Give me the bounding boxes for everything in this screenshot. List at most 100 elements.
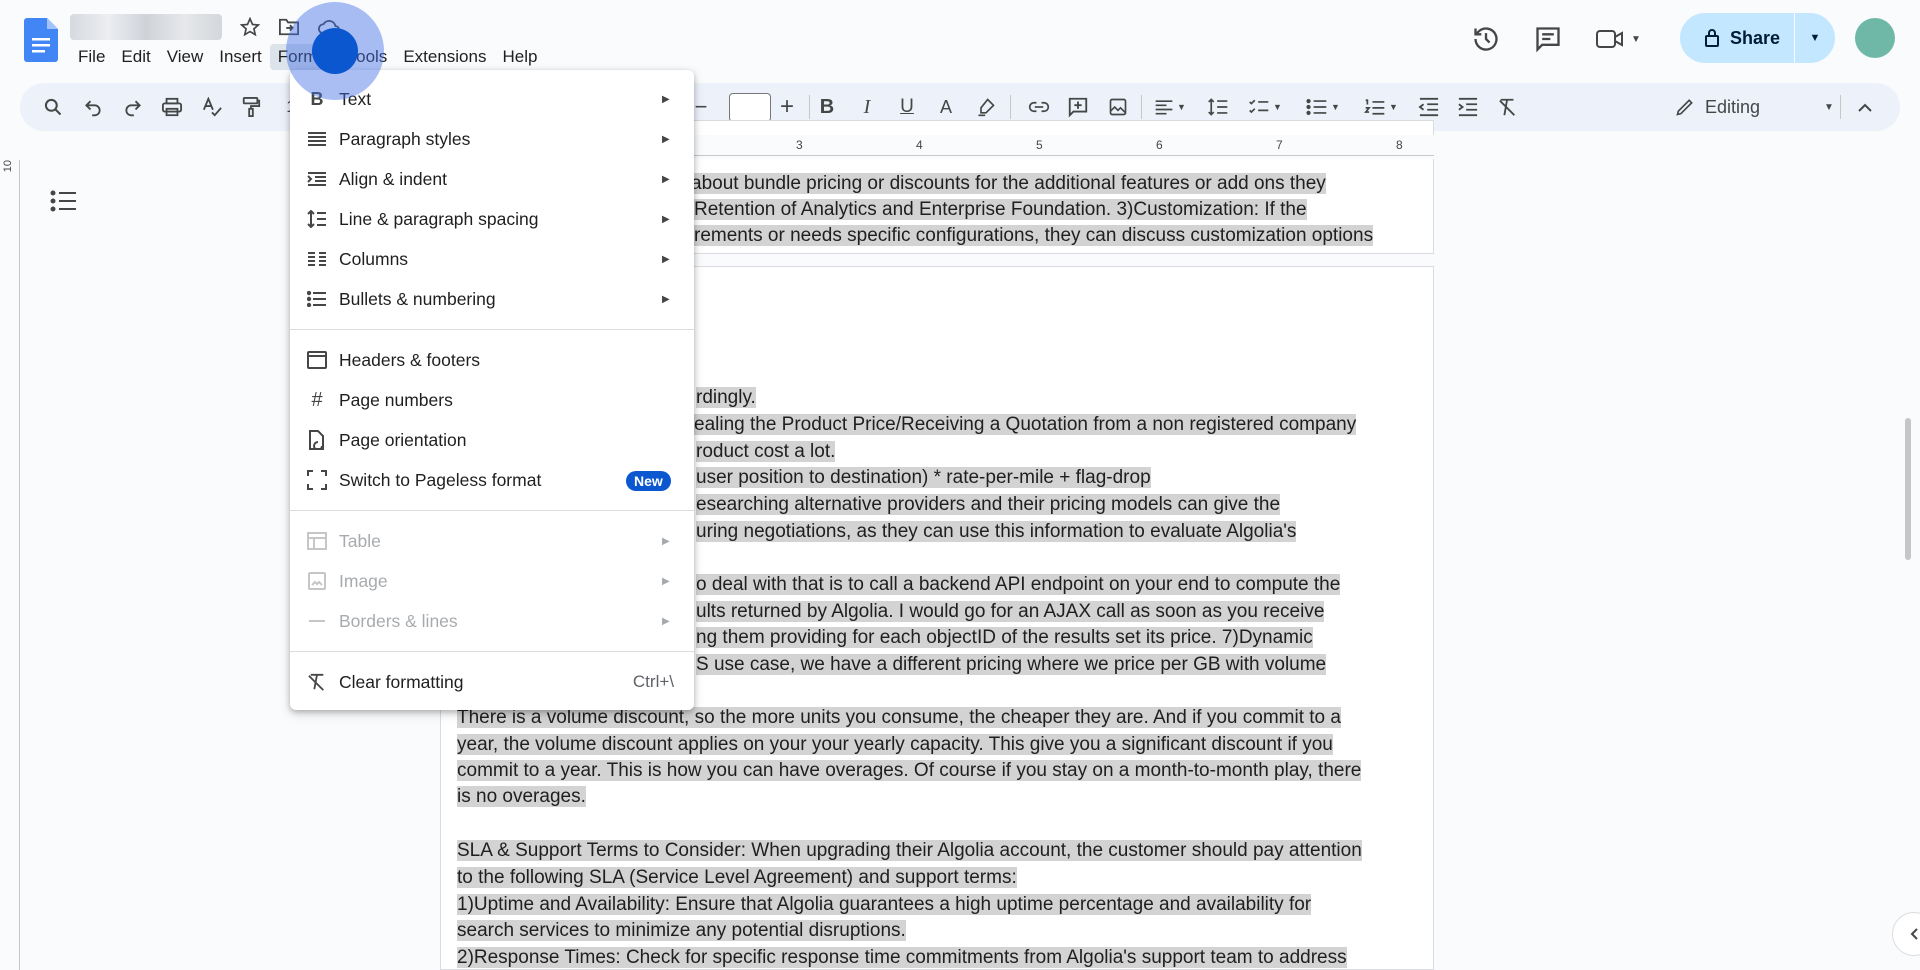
side-panel-toggle-icon[interactable] bbox=[1892, 912, 1920, 956]
menu-item-label: Columns bbox=[339, 248, 409, 269]
menu-edit[interactable]: Edit bbox=[113, 44, 158, 70]
text-line[interactable]: 2)Response Times: Check for specific res… bbox=[457, 945, 1347, 970]
text-line[interactable]: uring negotiations, as they can use this… bbox=[696, 519, 1297, 545]
text-line[interactable]: is no overages. bbox=[457, 784, 586, 810]
meet-dropdown-icon[interactable]: ▼ bbox=[1631, 34, 1641, 45]
text-line[interactable]: roduct cost a lot. bbox=[696, 439, 836, 465]
add-comment-icon[interactable] bbox=[1063, 92, 1093, 122]
text-line[interactable]: rements or needs specific configurations… bbox=[694, 223, 1374, 249]
format-menu-borders-lines: Borders & lines ▶ bbox=[290, 601, 694, 641]
comments-icon[interactable] bbox=[1526, 17, 1570, 61]
click-indicator-dot bbox=[312, 28, 358, 74]
text-line[interactable]: to the following SLA (Service Level Agre… bbox=[457, 865, 1017, 891]
format-menu-page-orientation[interactable]: Page orientation bbox=[290, 420, 694, 460]
increase-font-size-icon[interactable]: + bbox=[772, 92, 802, 122]
text-line[interactable]: ults returned by Algolia. I would go for… bbox=[696, 599, 1325, 625]
align-left-icon[interactable]: ▼ bbox=[1148, 92, 1192, 122]
table-icon bbox=[306, 530, 328, 552]
undo-icon[interactable] bbox=[78, 92, 108, 122]
insert-image-icon[interactable] bbox=[1103, 92, 1133, 122]
bold-icon[interactable]: B bbox=[812, 92, 842, 122]
text-run: o deal with that is to call a backend AP… bbox=[696, 574, 1341, 595]
menu-item-label: Switch to Pageless format bbox=[339, 469, 542, 490]
text-run: There is a volume discount, so the more … bbox=[457, 707, 1341, 728]
star-icon[interactable] bbox=[237, 14, 263, 40]
text-line[interactable]: 1)Uptime and Availability: Ensure that A… bbox=[457, 892, 1312, 918]
menu-file[interactable]: File bbox=[70, 44, 113, 70]
hide-menus-icon[interactable] bbox=[1850, 92, 1880, 122]
format-menu-bullets-numbering[interactable]: Bullets & numbering ▶ bbox=[290, 279, 694, 319]
format-menu-paragraph-styles[interactable]: Paragraph styles ▶ bbox=[290, 119, 694, 159]
text-line[interactable]: Retention of Analytics and Enterprise Fo… bbox=[694, 197, 1307, 223]
docs-logo-icon[interactable] bbox=[24, 18, 58, 62]
share-button[interactable]: Share ▼ bbox=[1680, 13, 1835, 63]
format-menu-image: Image ▶ bbox=[290, 561, 694, 601]
text-line[interactable]: rdingly. bbox=[696, 385, 756, 411]
text-line[interactable]: ng them providing for each objectID of t… bbox=[696, 625, 1313, 651]
menu-extensions[interactable]: Extensions bbox=[395, 44, 494, 70]
text-line[interactable]: about bundle pricing or discounts for th… bbox=[691, 171, 1326, 197]
highlight-color-icon[interactable] bbox=[971, 92, 1001, 122]
insert-link-icon[interactable] bbox=[1024, 92, 1054, 122]
align-indent-icon bbox=[306, 168, 328, 190]
vertical-scrollbar[interactable] bbox=[1905, 418, 1911, 560]
font-size-input[interactable] bbox=[729, 93, 771, 122]
headers-footers-icon bbox=[306, 349, 328, 371]
document-title[interactable] bbox=[70, 14, 222, 40]
menu-view[interactable]: View bbox=[159, 44, 212, 70]
search-menus-icon[interactable] bbox=[38, 92, 68, 122]
share-dropdown-icon[interactable]: ▼ bbox=[1795, 13, 1835, 63]
text-line[interactable]: ealing the Product Price/Receiving a Quo… bbox=[694, 412, 1357, 438]
format-menu-clear-formatting[interactable]: Clear formatting Ctrl+\ bbox=[290, 662, 694, 702]
text-run: year, the volume discount applies on you… bbox=[457, 734, 1333, 755]
clear-formatting-icon bbox=[306, 671, 328, 693]
line-spacing-icon[interactable] bbox=[1203, 92, 1233, 122]
text-line[interactable]: commit to a year. This is how you can ha… bbox=[457, 758, 1362, 784]
meet-icon[interactable]: ▼ bbox=[1588, 17, 1648, 61]
clear-formatting-icon[interactable] bbox=[1493, 92, 1523, 122]
text-color-icon[interactable]: A bbox=[931, 92, 961, 122]
text-line[interactable]: user position to destination) * rate-per… bbox=[696, 465, 1151, 491]
format-menu-columns[interactable]: Columns ▶ bbox=[290, 239, 694, 279]
numbered-list-icon[interactable]: ▼ bbox=[1358, 92, 1404, 122]
spellcheck-icon[interactable] bbox=[197, 92, 227, 122]
text-line[interactable]: o deal with that is to call a backend AP… bbox=[696, 572, 1341, 598]
format-menu-line-spacing[interactable]: Line & paragraph spacing ▶ bbox=[290, 199, 694, 239]
document-outline-icon[interactable] bbox=[50, 190, 78, 214]
header-actions: ▼ bbox=[1464, 14, 1648, 64]
menu-insert[interactable]: Insert bbox=[211, 44, 270, 70]
menu-item-label: Page numbers bbox=[339, 389, 453, 410]
text-run: user position to destination) * rate-per… bbox=[696, 467, 1151, 488]
version-history-icon[interactable] bbox=[1464, 17, 1508, 61]
text-line[interactable]: esearching alternative providers and the… bbox=[696, 492, 1281, 518]
paint-format-icon[interactable] bbox=[236, 92, 266, 122]
menu-divider bbox=[290, 329, 694, 330]
redo-icon[interactable] bbox=[118, 92, 148, 122]
menu-item-label: Paragraph styles bbox=[339, 128, 471, 149]
format-menu-table: Table ▶ bbox=[290, 521, 694, 561]
share-main[interactable]: Share bbox=[1680, 13, 1794, 63]
avatar[interactable] bbox=[1855, 18, 1895, 58]
text-run: to the following SLA (Service Level Agre… bbox=[457, 867, 1017, 888]
vruler-number: 10 bbox=[2, 160, 14, 173]
decrease-indent-icon[interactable] bbox=[1414, 92, 1444, 122]
print-icon[interactable] bbox=[157, 92, 187, 122]
format-menu-headers-footers[interactable]: Headers & footers bbox=[290, 340, 694, 380]
increase-indent-icon[interactable] bbox=[1453, 92, 1483, 122]
menu-help[interactable]: Help bbox=[494, 44, 545, 70]
format-menu-switch-pageless[interactable]: Switch to Pageless format New bbox=[290, 460, 694, 500]
format-menu-align-indent[interactable]: Align & indent ▶ bbox=[290, 159, 694, 199]
columns-icon bbox=[306, 248, 328, 270]
italic-icon[interactable]: I bbox=[852, 92, 882, 122]
text-line[interactable]: year, the volume discount applies on you… bbox=[457, 732, 1333, 758]
text-line[interactable]: SLA & Support Terms to Consider: When up… bbox=[457, 838, 1362, 864]
text-run: S use case, we have a different pricing … bbox=[696, 654, 1327, 675]
underline-icon[interactable]: U bbox=[892, 92, 922, 122]
editing-mode-select[interactable]: Editing ▼ bbox=[1675, 91, 1834, 123]
format-menu-page-numbers[interactable]: # Page numbers bbox=[290, 380, 694, 420]
bulleted-list-icon[interactable]: ▼ bbox=[1300, 92, 1346, 122]
menu-shortcut: Ctrl+\ bbox=[632, 672, 674, 691]
text-line[interactable]: search services to minimize any potentia… bbox=[457, 918, 906, 944]
checklist-icon[interactable]: ▼ bbox=[1242, 92, 1288, 122]
text-line[interactable]: S use case, we have a different pricing … bbox=[696, 652, 1327, 678]
